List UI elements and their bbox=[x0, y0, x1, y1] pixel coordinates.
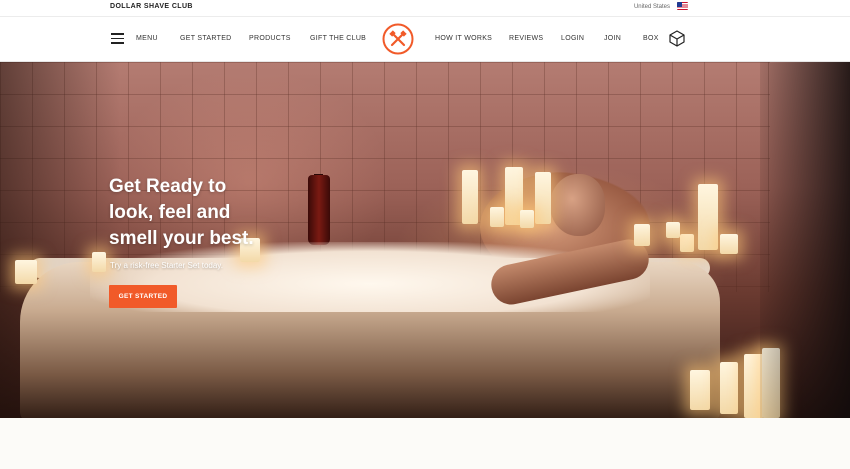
hamburger-menu-icon[interactable] bbox=[111, 33, 124, 44]
nav-products[interactable]: PRODUCTS bbox=[249, 35, 291, 42]
candle bbox=[520, 210, 534, 228]
hero-title-line: smell your best. bbox=[109, 228, 254, 249]
candle bbox=[634, 224, 650, 246]
candle bbox=[720, 362, 738, 414]
hero-banner: Get Ready to look, feel and smell your b… bbox=[0, 62, 850, 418]
nav-reviews[interactable]: REVIEWS bbox=[509, 35, 543, 42]
beer-bottle-body bbox=[308, 175, 330, 245]
candle bbox=[490, 207, 504, 227]
us-flag-icon[interactable] bbox=[677, 2, 688, 10]
dsc-logo-icon[interactable] bbox=[382, 23, 414, 55]
candle bbox=[690, 370, 710, 410]
candle bbox=[720, 234, 738, 254]
brand-name[interactable]: DOLLAR SHAVE CLUB bbox=[110, 3, 193, 10]
nav-login[interactable]: LOGIN bbox=[561, 35, 584, 42]
hero-subtitle: Try a risk-free Starter Set today. bbox=[110, 261, 223, 270]
nav-how-it-works[interactable]: HOW IT WORKS bbox=[435, 35, 492, 42]
candle bbox=[15, 260, 37, 284]
get-started-button[interactable]: GET STARTED bbox=[109, 285, 177, 308]
candle bbox=[462, 170, 478, 224]
bathing-man-head bbox=[550, 174, 605, 236]
hero-title: Get Ready to look, feel and smell your b… bbox=[109, 174, 309, 252]
candle bbox=[666, 222, 680, 238]
candle bbox=[698, 184, 718, 250]
candle bbox=[92, 252, 106, 272]
nav-menu[interactable]: MENU bbox=[136, 35, 158, 42]
hero-title-line: Get Ready to bbox=[109, 176, 227, 197]
main-navigation: MENU GET STARTED PRODUCTS GIFT THE CLUB … bbox=[0, 17, 850, 62]
candle bbox=[535, 172, 551, 224]
hero-title-line: look, feel and bbox=[109, 202, 231, 223]
nav-gift-the-club[interactable]: GIFT THE CLUB bbox=[310, 35, 366, 42]
nav-box[interactable]: BOX bbox=[643, 35, 659, 42]
page-content-area bbox=[0, 418, 850, 469]
box-icon[interactable] bbox=[669, 30, 685, 47]
country-selector[interactable]: United States bbox=[634, 4, 670, 10]
nav-join[interactable]: JOIN bbox=[604, 35, 621, 42]
candle bbox=[680, 234, 694, 252]
top-utility-bar: DOLLAR SHAVE CLUB United States bbox=[0, 0, 850, 17]
nav-get-started[interactable]: GET STARTED bbox=[180, 35, 232, 42]
